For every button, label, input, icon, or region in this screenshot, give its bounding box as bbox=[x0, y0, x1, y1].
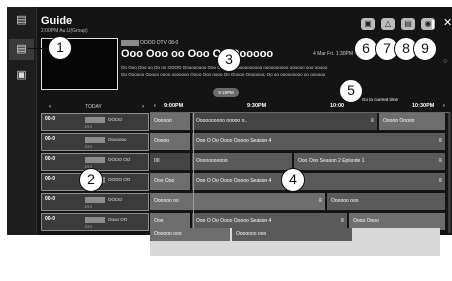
favorite-icon[interactable]: ▤ bbox=[401, 18, 415, 30]
record-icon[interactable]: ▣ bbox=[361, 18, 375, 30]
time-slot: 10:30PM bbox=[412, 103, 435, 109]
callout-3: 3 bbox=[217, 48, 241, 72]
time-prev-arrow[interactable]: ‹ bbox=[154, 100, 156, 112]
left-sidebar: ▤ ▤ ▣ bbox=[7, 7, 36, 235]
program-cell[interactable]: Oooooo oo ≡ bbox=[150, 193, 325, 210]
filter-icon[interactable]: △ bbox=[381, 18, 395, 30]
channel-number: 00-0 bbox=[45, 176, 56, 182]
now-pill: 9:15PM bbox=[213, 88, 239, 97]
program-title: Ooo Ooo oo Ooo Oo Oooooo bbox=[121, 48, 274, 60]
today-label: TODAY bbox=[85, 104, 102, 110]
channel-type: DTV bbox=[85, 125, 92, 129]
channel-type: DTV bbox=[85, 225, 92, 229]
callout-9: 9 bbox=[413, 37, 437, 61]
separator-bar bbox=[432, 20, 434, 29]
program-title: Ooo O Oo Oooo Ooooo Season 4 bbox=[196, 218, 272, 224]
program-date: 4 Mar Fri. 1:30PM - bbox=[313, 51, 357, 57]
program-title: Ooo O Oo Oooo Ooooo Season 4 bbox=[196, 138, 272, 144]
scrollbar[interactable] bbox=[448, 113, 451, 233]
channel-number: 00-0 bbox=[45, 136, 56, 142]
program-cell[interactable]: Oooooooooo ooooo o.. ≡ bbox=[192, 113, 377, 130]
channel-row[interactable]: 00-0 OOOO DTV bbox=[41, 193, 149, 211]
program-cell[interactable]: Oooooo bbox=[150, 113, 190, 130]
channel-name: OOOO bbox=[108, 117, 123, 122]
program-cell[interactable]: Ooo Ooo bbox=[150, 173, 190, 190]
schedule-icon[interactable]: ▣ bbox=[14, 69, 29, 82]
program-cell[interactable]: Ooooooooooo bbox=[192, 153, 292, 170]
callout-1: 1 bbox=[48, 36, 72, 60]
channel-name: Ooooooo bbox=[108, 137, 127, 142]
menu-icon[interactable]: ≡ bbox=[318, 193, 322, 210]
program-cell[interactable]: Ooo Ooo Season 2 Episode 1 ≡ bbox=[294, 153, 445, 170]
search-icon[interactable]: ○ bbox=[443, 58, 447, 65]
time-bar: ‹ 9:00PM 9:30PM 10:00 10:30PM › bbox=[150, 100, 450, 113]
channel-number: 00-0 bbox=[45, 196, 56, 202]
callout-leader bbox=[28, 48, 48, 49]
time-slot: 9:30PM bbox=[247, 103, 267, 109]
current-time-line bbox=[193, 113, 194, 233]
time-next-arrow[interactable]: › bbox=[443, 100, 445, 112]
channel-logo bbox=[85, 197, 105, 203]
channel-number: 00-0 bbox=[45, 156, 56, 162]
channel-name: OOOO OO bbox=[108, 157, 131, 162]
channel-number: 00-0 bbox=[45, 116, 56, 122]
channel-type: DTV bbox=[85, 145, 92, 149]
menu-icon[interactable]: ≡ bbox=[438, 153, 442, 170]
menu-icon[interactable]: ≡ bbox=[438, 133, 442, 150]
divider bbox=[36, 7, 37, 235]
guide-icon[interactable]: ▤ bbox=[14, 14, 29, 27]
channel-logo bbox=[121, 40, 139, 46]
channel-row[interactable]: 00-0 OOOO DTV bbox=[41, 113, 149, 131]
program-cell[interactable]: 00 bbox=[150, 153, 190, 170]
channel-number: 00-0 bbox=[45, 216, 56, 222]
callout-2: 2 bbox=[79, 168, 103, 192]
channel-name: Oooo OO bbox=[108, 217, 128, 222]
program-cell[interactable]: Ooooo bbox=[150, 133, 190, 150]
program-cell[interactable]: Ooo O Oo Oooo Ooooo Season 4 ≡ bbox=[192, 173, 445, 190]
page-title: Guide bbox=[41, 15, 73, 27]
program-cell[interactable]: Oooooo ooo bbox=[327, 193, 445, 210]
channel-logo bbox=[85, 137, 105, 143]
channel-name: OOOO OO bbox=[108, 177, 131, 182]
program-title: Oooooo oo bbox=[154, 198, 179, 204]
program-title: Oooooooooo ooooo o.. bbox=[196, 118, 248, 124]
menu-icon[interactable]: ≡ bbox=[370, 113, 374, 130]
grid-overflow: Oooooo ooo Ooooooo ooo bbox=[150, 228, 440, 256]
channel-row[interactable]: 00-0 Ooooooo DTV bbox=[41, 133, 149, 151]
close-button[interactable]: ✕ bbox=[443, 16, 452, 29]
program-title: Ooo O Oo Oooo Ooooo Season 4 bbox=[196, 178, 272, 184]
current-time: 2:00PM Au.U(Group) bbox=[41, 28, 88, 34]
program-cell[interactable]: Ooooooo ooo bbox=[232, 228, 352, 241]
prev-day-button[interactable]: ‹ bbox=[49, 102, 51, 112]
channel-logo bbox=[85, 217, 105, 223]
next-day-button[interactable]: › bbox=[142, 102, 144, 112]
program-desc-2: Oo Oooooo Ooooo oooo ooooooo Oooo Ooo oo… bbox=[121, 72, 326, 77]
channel-name: OOOO bbox=[108, 197, 123, 202]
program-cell[interactable]: Ooooo Ooooo bbox=[379, 113, 445, 130]
program-title: Ooo Ooo Season 2 Episode 1 bbox=[298, 158, 365, 164]
channel-label: OOOO DTV 08-0 bbox=[140, 40, 179, 46]
channel-logo bbox=[85, 157, 105, 163]
program-cell[interactable]: Oooooo ooo bbox=[150, 228, 230, 241]
callout-5: 5 bbox=[339, 79, 363, 103]
channel-row[interactable]: 00-0 Oooo OO DTV bbox=[41, 213, 149, 231]
time-slot: 9:00PM bbox=[164, 103, 184, 109]
channel-type: DTV bbox=[85, 205, 92, 209]
menu-icon[interactable]: ≡ bbox=[438, 173, 442, 190]
list-icon[interactable]: ▤ bbox=[9, 39, 34, 60]
channel-logo bbox=[85, 117, 105, 123]
program-cell[interactable]: Ooo O Oo Oooo Ooooo Season 4 ≡ bbox=[192, 133, 445, 150]
time-slot: 10:00 bbox=[330, 103, 345, 109]
callout-4: 4 bbox=[281, 168, 305, 192]
